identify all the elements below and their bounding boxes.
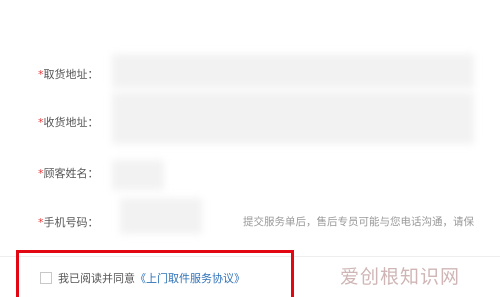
delivery-address-label: *收货地址：	[38, 114, 99, 130]
delivery-address-field[interactable]	[112, 92, 474, 144]
pickup-address-field[interactable]	[112, 54, 474, 88]
customer-name-label-text: 顾客姓名：	[43, 167, 99, 180]
phone-field[interactable]	[120, 198, 202, 234]
customer-name-field[interactable]	[112, 160, 164, 190]
pickup-address-label-text: 取货地址：	[43, 68, 99, 81]
delivery-address-label-text: 收货地址：	[43, 116, 99, 129]
phone-label: *手机号码：	[38, 214, 99, 230]
phone-row: *手机号码： 提交服务单后，售后专员可能与您电话沟通，请保	[0, 210, 500, 234]
agreement-text: 我已阅读并同意《上门取件服务协议》	[58, 270, 245, 286]
pickup-address-label: *取货地址：	[38, 66, 99, 82]
service-agreement-link[interactable]: 《上门取件服务协议》	[135, 272, 245, 285]
phone-hint: 提交服务单后，售后专员可能与您电话沟通，请保	[243, 216, 474, 228]
agreement-label: 我已阅读并同意	[58, 272, 135, 285]
watermark: 爱创根知识网	[340, 266, 461, 288]
customer-name-row: *顾客姓名：	[0, 161, 500, 185]
agreement-checkbox[interactable]	[40, 272, 52, 284]
customer-name-label: *顾客姓名：	[38, 165, 99, 181]
phone-label-text: 手机号码：	[43, 216, 99, 229]
service-form-page: *取货地址： *收货地址： *顾客姓名： *手机号码： 提交服务单后，售后专员可…	[0, 0, 500, 297]
